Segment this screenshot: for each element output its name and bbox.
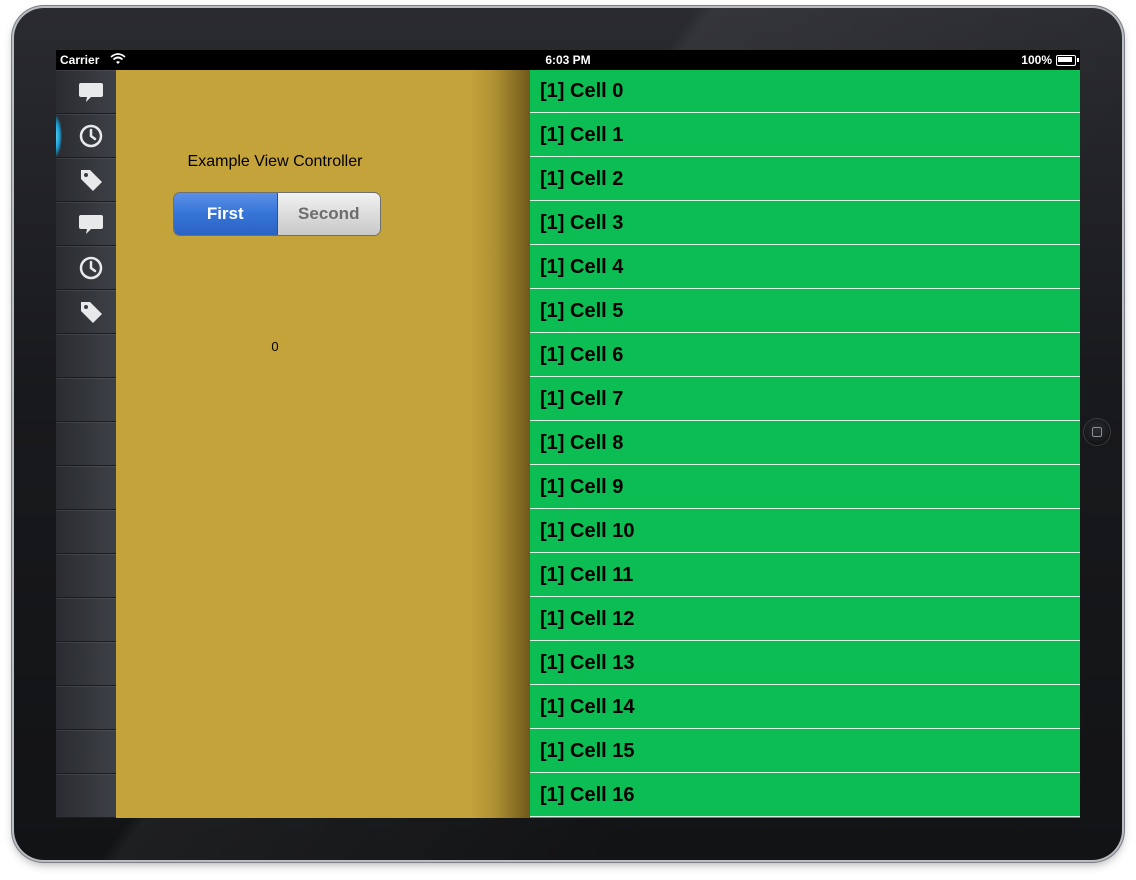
table-cell[interactable]: [1] Cell 3 <box>530 202 1080 245</box>
sidebar-empty-row <box>56 642 116 686</box>
battery-percentage: 100% <box>1021 53 1052 67</box>
sidebar-empty-row <box>56 334 116 378</box>
clock-icon <box>79 124 103 148</box>
sidebar-item-tag[interactable] <box>56 290 116 334</box>
sidebar-item-clock[interactable] <box>56 246 116 290</box>
table-cell[interactable]: [1] Cell 16 <box>530 774 1080 817</box>
example-view-controller: Example View Controller First Second 0 <box>116 70 530 818</box>
segment-second[interactable]: Second <box>277 193 380 235</box>
table-cell[interactable]: [1] Cell 6 <box>530 334 1080 377</box>
table-cell[interactable]: [1] Cell 11 <box>530 554 1080 597</box>
counter-label: 0 <box>271 339 279 354</box>
sidebar-empty-row <box>56 554 116 598</box>
segment-first[interactable]: First <box>174 193 278 235</box>
sidebar-empty-row <box>56 774 116 818</box>
table-cell[interactable]: [1] Cell 14 <box>530 686 1080 729</box>
home-button-icon <box>1092 427 1102 437</box>
sidebar-empty-row <box>56 510 116 554</box>
clock-icon <box>79 256 103 280</box>
sidebar-item-tag[interactable] <box>56 158 116 202</box>
segmented-control: First Second <box>173 192 381 236</box>
table-cell[interactable]: [1] Cell 12 <box>530 598 1080 641</box>
cell-list: [1] Cell 0 [1] Cell 1 [1] Cell 2 [1] Cell 3… <box>530 70 1080 818</box>
sidebar-item-clock[interactable] <box>56 114 116 158</box>
tag-icon <box>81 302 102 323</box>
status-time: 6:03 PM <box>545 53 591 67</box>
battery-icon <box>1056 55 1079 66</box>
sidebar-empty-row <box>56 598 116 642</box>
stack-shadow <box>470 70 530 818</box>
speech-bubble-icon <box>79 83 103 102</box>
home-button[interactable] <box>1084 419 1110 445</box>
sidebar-item-speech-bubble[interactable] <box>56 70 116 114</box>
table-cell[interactable]: [1] Cell 5 <box>530 290 1080 333</box>
tag-icon <box>81 170 102 191</box>
table-cell[interactable]: [1] Cell 1 <box>530 114 1080 157</box>
status-bar: Carrier 6:03 PM 100% <box>56 50 1080 70</box>
sidebar-empty-row <box>56 686 116 730</box>
screen: Carrier 6:03 PM 100% Example View Contro… <box>56 50 1080 818</box>
speech-bubble-icon <box>79 215 103 234</box>
sidebar <box>56 70 116 818</box>
sidebar-empty-row <box>56 730 116 774</box>
table-cell[interactable]: [1] Cell 8 <box>530 422 1080 465</box>
panel-title: Example View Controller <box>187 153 363 170</box>
sidebar-item-speech-bubble[interactable] <box>56 202 116 246</box>
table-cell[interactable]: [1] Cell 15 <box>530 730 1080 773</box>
table-cell[interactable]: [1] Cell 9 <box>530 466 1080 509</box>
table-cell[interactable]: [1] Cell 7 <box>530 378 1080 421</box>
sidebar-empty-row <box>56 378 116 422</box>
table-cell[interactable]: [1] Cell 2 <box>530 158 1080 201</box>
table-cell[interactable]: [1] Cell 0 <box>530 70 1080 113</box>
sidebar-empty-row <box>56 422 116 466</box>
table-cell[interactable]: [1] Cell 10 <box>530 510 1080 553</box>
sidebar-empty-row <box>56 466 116 510</box>
table-cell[interactable]: [1] Cell 4 <box>530 246 1080 289</box>
table-cell[interactable]: [1] Cell 13 <box>530 642 1080 685</box>
